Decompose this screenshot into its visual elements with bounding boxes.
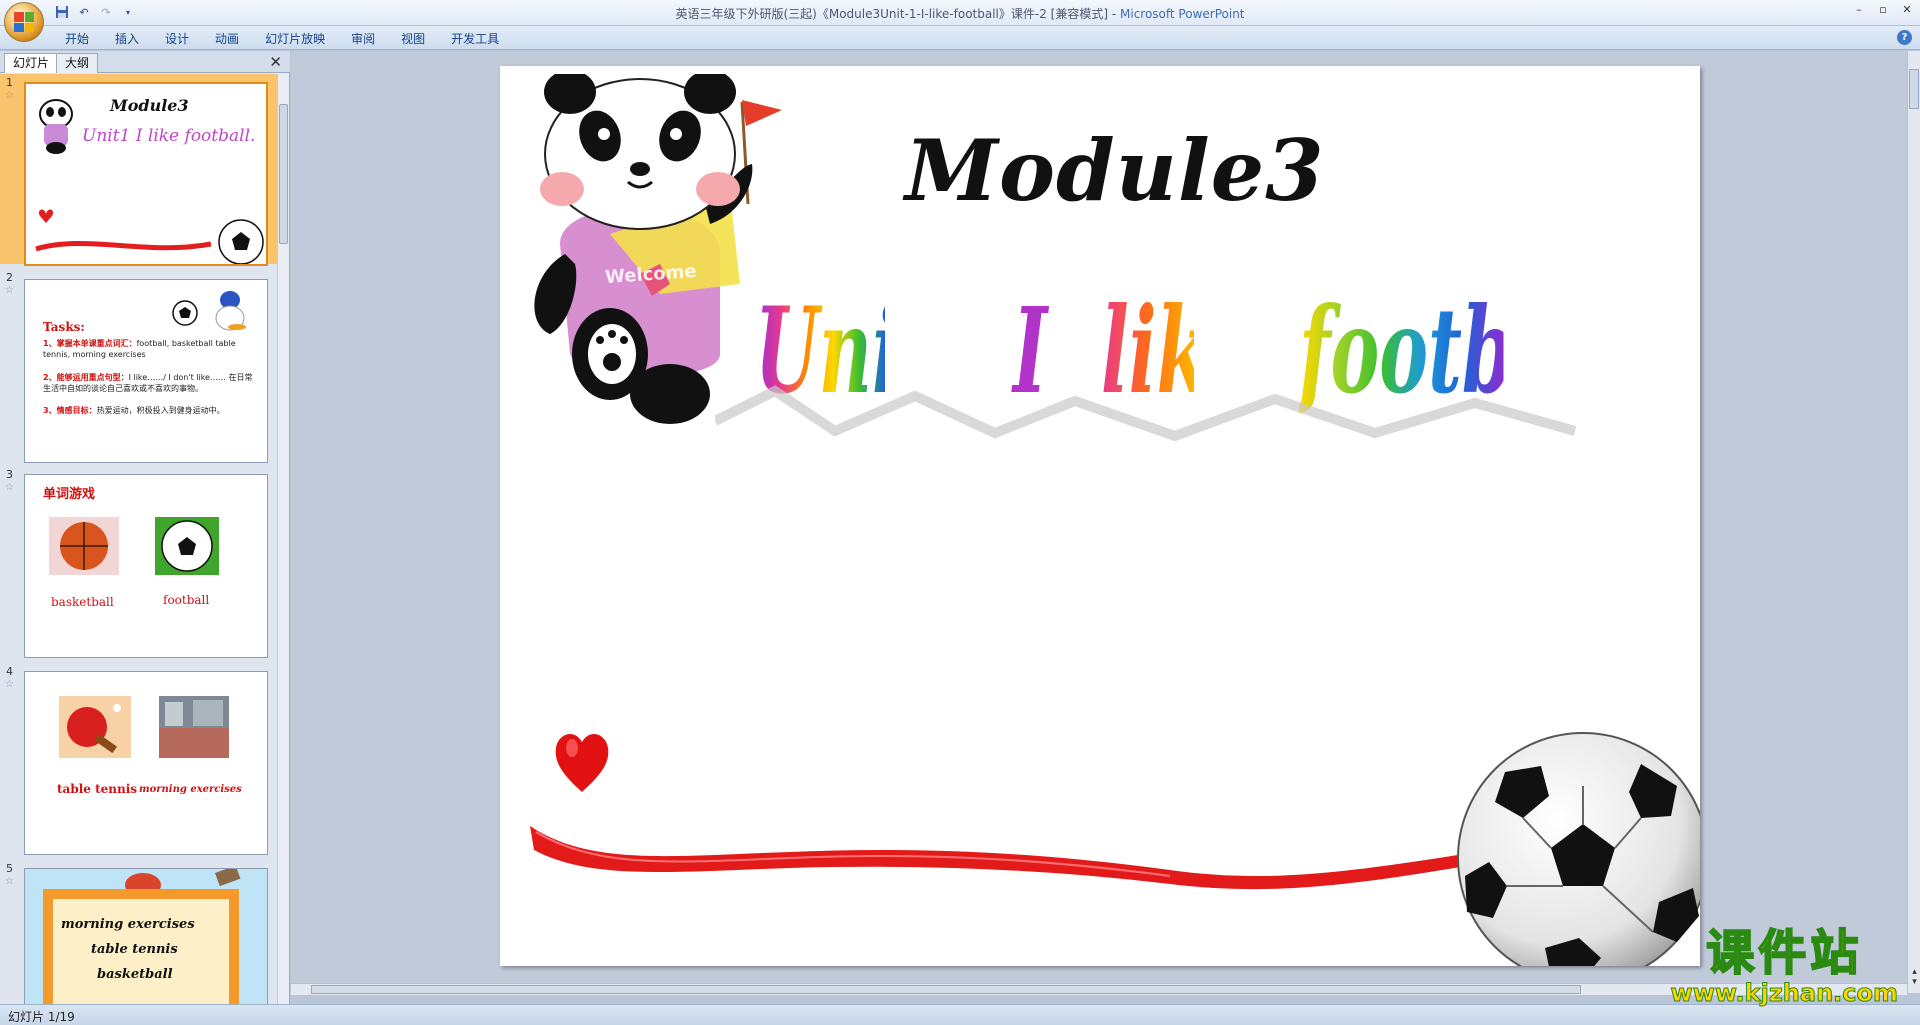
slide-thumbnail-3[interactable]: 3 ☆ 单词游戏 basketball football [0, 466, 278, 658]
thumbnail-line-2: table tennis [91, 942, 178, 957]
app-name: Microsoft PowerPoint [1120, 7, 1245, 21]
tab-outline[interactable]: 大纲 [56, 53, 99, 73]
slide-thumbnail-2[interactable]: 2 ☆ Tasks: 1、掌握本单课重点词汇：football, basketb… [0, 269, 278, 463]
soccer-ball-image [1457, 732, 1700, 966]
thumbnail-graphics [59, 696, 229, 758]
animation-star-icon: ☆ [5, 679, 14, 690]
powerpoint-window: ↶ ↷ ▾ 英语三年级下外研版(三起)《Module3Unit-1-I-like… [0, 0, 1920, 1025]
office-logo-icon [14, 12, 34, 32]
minimize-icon[interactable]: – [1852, 3, 1866, 17]
slide-thumbnail-list: 1 ☆ Module3 Unit1 I like football. 2 ☆ T… [0, 74, 278, 1004]
scrollbar-thumb[interactable] [311, 985, 1581, 994]
slide-vertical-scrollbar[interactable]: ▴ ▾ [1907, 51, 1920, 993]
tab-review[interactable]: 审阅 [338, 30, 388, 48]
thumbnail-number: 2 [6, 271, 13, 284]
thumbnail-canvas: Tasks: 1、掌握本单课重点词汇：football, basketball … [24, 279, 268, 463]
title-bar: ↶ ↷ ▾ 英语三年级下外研版(三起)《Module3Unit-1-I-like… [0, 0, 1920, 26]
document-title: 英语三年级下外研版(三起)《Module3Unit-1-I-like-footb… [675, 7, 1109, 21]
thumbnail-tasks-label: Tasks: [43, 320, 85, 334]
office-button[interactable] [4, 2, 44, 42]
thumbnail-graphics [43, 869, 241, 1004]
site-watermark: 课件站 www.kjzhan.com [1670, 925, 1898, 1008]
thumbnail-label-a: table tennis [57, 782, 138, 796]
slide-title[interactable]: Module3 [905, 121, 1325, 220]
watermark-url: www.kjzhan.com [1670, 979, 1898, 1008]
window-title: 英语三年级下外研版(三起)《Module3Unit-1-I-like-footb… [675, 7, 1245, 21]
animation-star-icon: ☆ [5, 482, 14, 493]
slide-subtitle[interactable]: Unit1 I like football. [715, 286, 1655, 446]
thumbnail-task-3: 3、情感目标：热爱运动，积极投入到健身运动中。 [43, 405, 259, 416]
scrollbar-thumb[interactable] [1909, 69, 1919, 109]
thumbnail-label-a: basketball [51, 595, 114, 609]
thumbnail-canvas: Module3 Unit1 I like football. [24, 82, 268, 266]
heart-image [555, 734, 609, 792]
restore-icon[interactable]: ▫ [1876, 3, 1890, 17]
task-3-label: 3、情感目标： [43, 406, 97, 415]
close-icon[interactable]: ✕ [1900, 3, 1914, 17]
thumbnail-canvas: table tennis morning exercises [24, 671, 268, 855]
close-pane-icon[interactable]: ✕ [269, 53, 282, 71]
ribbon-tab-bar: 开始 插入 设计 动画 幻灯片放映 审阅 视图 开发工具 ? [0, 26, 1920, 50]
thumbnail-canvas: morning exercises table tennis basketbal… [24, 868, 268, 1004]
animation-star-icon: ☆ [5, 90, 14, 101]
thumbnail-number: 5 [6, 862, 13, 875]
thumbnail-number: 3 [6, 468, 13, 481]
slide-thumbnail-1[interactable]: 1 ☆ Module3 Unit1 I like football. [0, 74, 278, 266]
ribbon-tabs: 开始 插入 设计 动画 幻灯片放映 审阅 视图 开发工具 [52, 30, 512, 48]
thumbnail-scrollbar[interactable] [277, 74, 289, 1004]
animation-star-icon: ☆ [5, 285, 14, 296]
tab-developer[interactable]: 开发工具 [438, 30, 512, 48]
animation-star-icon: ☆ [5, 876, 14, 887]
tab-home[interactable]: 开始 [52, 30, 102, 48]
status-bar: 幻灯片 1/19 [0, 1004, 1920, 1025]
window-controls: – ▫ ✕ [1852, 3, 1914, 17]
slide-thumbnail-4[interactable]: 4 ☆ table tennis morning exercises [0, 663, 278, 855]
slide-canvas[interactable]: Welcome Module3 Unit1 I like football. [500, 66, 1700, 966]
page-nav-arrows-icon[interactable]: ▴ ▾ [1908, 967, 1920, 987]
subtitle-shadow-graphic [715, 385, 1577, 441]
thumbnail-number: 1 [6, 76, 13, 89]
tab-slide-show[interactable]: 幻灯片放映 [252, 30, 338, 48]
task-2-label: 2、能够运用重点句型： [43, 373, 129, 382]
tab-view[interactable]: 视图 [388, 30, 438, 48]
pane-tabs: 幻灯片 大纲 ✕ [0, 51, 290, 73]
thumbnail-label-b: morning exercises [139, 784, 242, 795]
task-1-label: 1、掌握本单课重点词汇： [43, 339, 137, 348]
slides-pane: 幻灯片 大纲 ✕ 1 ☆ Module3 Unit1 I like footba… [0, 51, 290, 1004]
slide-thumbnail-5[interactable]: 5 ☆ morning exercises table tennis baske… [0, 860, 278, 1004]
tab-animations[interactable]: 动画 [202, 30, 252, 48]
thumbnail-title: Module3 [110, 96, 189, 115]
tab-insert[interactable]: 插入 [102, 30, 152, 48]
thumbnail-label-b: football [163, 593, 210, 607]
watermark-logo-text: 课件站 [1705, 925, 1863, 981]
thumbnail-line-1: morning exercises [61, 917, 195, 932]
slide-counter: 幻灯片 1/19 [8, 1010, 75, 1024]
slide-horizontal-scrollbar[interactable] [291, 983, 1907, 995]
thumbnail-task-1: 1、掌握本单课重点词汇：football, basketball table t… [43, 338, 259, 360]
tab-slides[interactable]: 幻灯片 [4, 53, 59, 73]
red-ribbon-image [530, 826, 1490, 890]
help-icon[interactable]: ? [1897, 30, 1912, 45]
scrollbar-thumb[interactable] [279, 104, 288, 244]
thumbnail-line-3: basketball [97, 967, 173, 982]
thumbnail-number: 4 [6, 665, 13, 678]
slide-editing-area: Welcome Module3 Unit1 I like football. [291, 51, 1907, 993]
thumbnail-graphics [49, 517, 219, 575]
task-3-text: 热爱运动，积极投入到健身运动中。 [96, 406, 225, 415]
thumbnail-task-2: 2、能够运用重点句型：I like……/ I don't like…… 在日常生… [43, 372, 259, 394]
thumbnail-canvas: 单词游戏 basketball football [24, 474, 268, 658]
thumbnail-subtitle: Unit1 I like football. [82, 126, 256, 146]
tab-design[interactable]: 设计 [152, 30, 202, 48]
